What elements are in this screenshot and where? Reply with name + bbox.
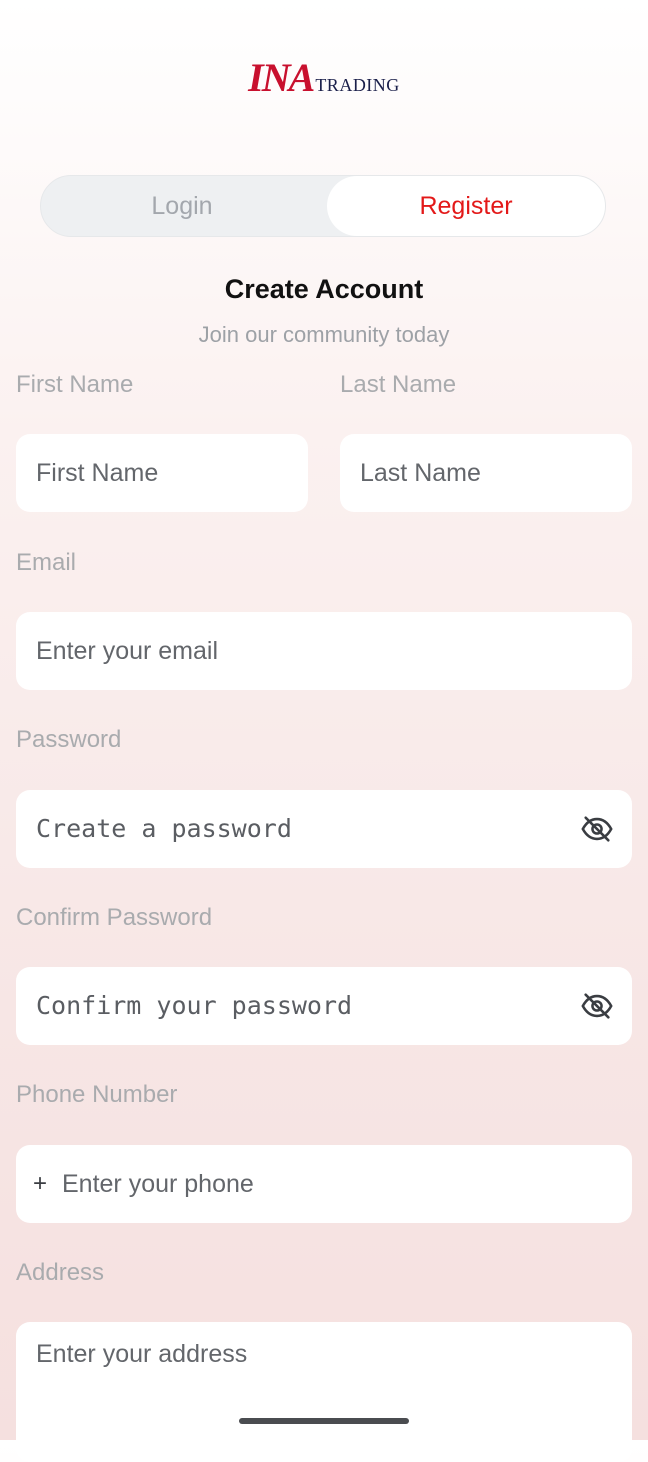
- brand-logo: INA TRADING: [0, 58, 648, 98]
- email-label: Email: [16, 549, 77, 576]
- confirm-password-placeholder: Confirm your password: [36, 991, 353, 1020]
- address-field[interactable]: Enter your address: [16, 1322, 632, 1462]
- country-code-prefix[interactable]: +: [28, 1145, 52, 1223]
- email-field[interactable]: Enter your email: [16, 612, 632, 690]
- logo-wordmark: TRADING: [315, 75, 400, 95]
- phone-field[interactable]: + Enter your phone: [16, 1145, 632, 1223]
- address-placeholder: Enter your address: [36, 1340, 248, 1368]
- eye-off-icon[interactable]: [580, 989, 614, 1023]
- password-label: Password: [16, 726, 122, 753]
- phone-placeholder: Enter your phone: [62, 1170, 254, 1198]
- email-placeholder: Enter your email: [36, 637, 219, 665]
- phone-label: Phone Number: [16, 1081, 178, 1108]
- first-name-label: First Name: [16, 371, 134, 398]
- page-title: Create Account: [224, 274, 424, 304]
- last-name-field[interactable]: Last Name: [340, 434, 632, 512]
- eye-off-icon[interactable]: [580, 812, 614, 846]
- password-field[interactable]: Create a password: [16, 790, 632, 868]
- last-name-label: Last Name: [340, 371, 457, 398]
- password-placeholder: Create a password: [36, 814, 292, 843]
- page-subtitle: Join our community today: [198, 322, 450, 347]
- address-label: Address: [16, 1259, 105, 1286]
- confirm-password-field[interactable]: Confirm your password: [16, 967, 632, 1045]
- last-name-placeholder: Last Name: [360, 459, 481, 487]
- first-name-placeholder: First Name: [36, 459, 159, 487]
- confirm-password-label: Confirm Password: [16, 904, 213, 931]
- auth-tab-switcher: Login Register: [40, 175, 606, 237]
- home-indicator: [239, 1418, 409, 1424]
- first-name-field[interactable]: First Name: [16, 434, 308, 512]
- logo-mark: INA: [248, 55, 315, 100]
- tab-register[interactable]: Register: [327, 176, 605, 236]
- tab-login[interactable]: Login: [41, 176, 323, 236]
